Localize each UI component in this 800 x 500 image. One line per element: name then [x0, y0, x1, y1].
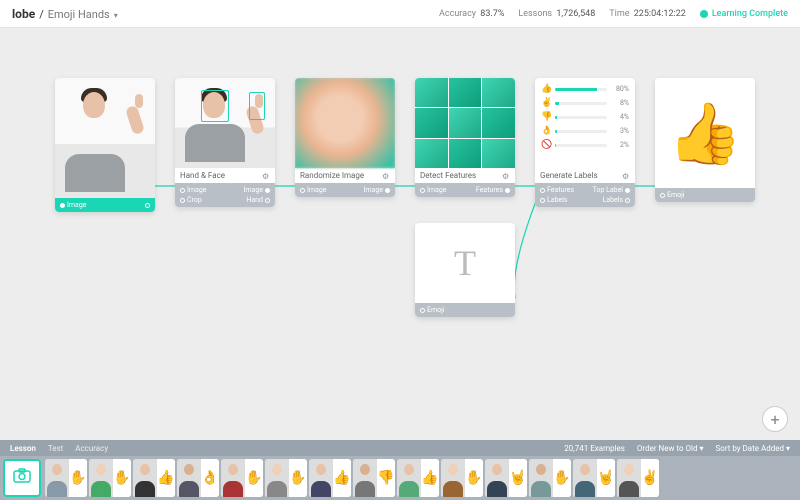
thumbnail-emoji: ✋ — [465, 459, 483, 497]
label-prediction-row: 👍 80% — [541, 84, 629, 94]
label-pct: 80% — [611, 85, 629, 93]
node-ports: Image — [55, 198, 155, 212]
chevron-down-icon: ▾ — [786, 444, 790, 453]
label-pct: 2% — [611, 141, 629, 149]
gear-icon[interactable]: ⚙ — [382, 172, 390, 180]
thumbnail-emoji: 👍 — [333, 459, 351, 497]
handface-preview — [175, 78, 275, 168]
thumbnail-emoji: ✋ — [289, 459, 307, 497]
status-dot-icon — [700, 10, 708, 18]
thumbnail-emoji: 👎 — [377, 459, 395, 497]
stat-time: Time 225:04:12:22 — [609, 9, 686, 19]
label-glyph: 👍 — [541, 84, 551, 94]
thumbnail-emoji: ✋ — [553, 459, 571, 497]
thumbnail-emoji: 👌 — [201, 459, 219, 497]
thumbnail-emoji: ✋ — [245, 459, 263, 497]
example-thumbnail[interactable]: 👍 — [397, 459, 439, 497]
example-thumbnail[interactable]: ✋ — [221, 459, 263, 497]
detect-preview — [415, 78, 515, 168]
label-pct: 8% — [611, 99, 629, 107]
randomize-preview — [295, 78, 395, 168]
plus-icon: + — [770, 410, 779, 429]
example-thumbnail[interactable]: ✋ — [265, 459, 307, 497]
example-thumbnail[interactable]: 👌 — [177, 459, 219, 497]
example-strip[interactable]: ✋ ✋ 👍 👌 ✋ ✋ 👍 👎 👍 ✋ 🤘 ✋ 🤘 ✌️ — [0, 456, 800, 500]
order-dropdown[interactable]: Order New to Old ▾ — [637, 444, 704, 453]
examples-count: 20,741 Examples — [564, 444, 625, 453]
node-detect-features[interactable]: Detect Features⚙ Image Features — [415, 78, 515, 197]
tab-test[interactable]: Test — [48, 444, 63, 453]
label-glyph: 👌 — [541, 126, 551, 136]
tab-accuracy[interactable]: Accuracy — [75, 444, 108, 453]
breadcrumb-divider: / — [39, 8, 44, 21]
example-thumbnail[interactable]: ✋ — [441, 459, 483, 497]
thumbnail-emoji: ✋ — [69, 459, 87, 497]
node-hand-and-face[interactable]: Hand & Face⚙ Image Image Crop Hand — [175, 78, 275, 207]
thumbnail-emoji: 👍 — [421, 459, 439, 497]
chevron-down-icon[interactable]: ▾ — [114, 11, 118, 20]
breadcrumb[interactable]: lobe / Emoji Hands ▾ — [12, 7, 118, 21]
example-thumbnail[interactable]: 👍 — [133, 459, 175, 497]
node-output-emoji[interactable]: 👍 Emoji — [655, 78, 755, 202]
example-thumbnail[interactable]: ✌️ — [617, 459, 659, 497]
example-thumbnail[interactable]: ✋ — [89, 459, 131, 497]
thumbnail-emoji: 🤘 — [509, 459, 527, 497]
node-randomize-image[interactable]: Randomize Image⚙ Image Image — [295, 78, 395, 197]
gear-icon[interactable]: ⚙ — [622, 172, 630, 180]
label-prediction-row: 👌 3% — [541, 126, 629, 136]
input-image-preview — [55, 78, 155, 198]
label-glyph: 👎 — [541, 112, 551, 122]
project-name: Emoji Hands — [48, 8, 110, 21]
example-thumbnail[interactable]: 👎 — [353, 459, 395, 497]
text-node-preview: T — [415, 223, 515, 303]
brand-name: lobe — [12, 7, 35, 21]
labels-preview: 👍 80% ✌️ 8% 👎 4% 👌 3% 🚫 2% — [535, 78, 635, 168]
node-text-emoji[interactable]: T Emoji — [415, 223, 515, 317]
camera-capture-button[interactable] — [3, 459, 41, 497]
label-prediction-row: ✌️ 8% — [541, 98, 629, 108]
node-input-image[interactable]: Image — [55, 78, 155, 212]
label-prediction-row: 🚫 2% — [541, 140, 629, 150]
stat-accuracy: Accuracy 83.7% — [439, 9, 504, 19]
sort-dropdown[interactable]: Sort by Date Added ▾ — [716, 444, 790, 453]
example-thumbnail[interactable]: ✋ — [45, 459, 87, 497]
thumbnail-emoji: ✋ — [113, 459, 131, 497]
gear-icon[interactable]: ⚙ — [502, 172, 510, 180]
stat-lessons: Lessons 1,726,548 — [518, 9, 595, 19]
footer: Lesson Test Accuracy 20,741 Examples Order… — [0, 440, 800, 500]
example-thumbnail[interactable]: 🤘 — [485, 459, 527, 497]
label-pct: 4% — [611, 113, 629, 121]
header-bar: lobe / Emoji Hands ▾ Accuracy 83.7% Less… — [0, 0, 800, 28]
tab-lesson[interactable]: Lesson — [10, 444, 36, 453]
training-status: Learning Complete — [700, 9, 788, 19]
graph-canvas[interactable]: Image Hand & Face⚙ Image Image Crop Hand… — [0, 28, 800, 440]
node-generate-labels[interactable]: 👍80%✌️8%👎4%👌3%🚫2% Generate Labels⚙ Featu… — [535, 78, 635, 207]
example-thumbnail[interactable]: ✋ — [529, 459, 571, 497]
label-pct: 3% — [611, 127, 629, 135]
thumbnail-emoji: ✌️ — [641, 459, 659, 497]
thumbnail-emoji: 👍 — [157, 459, 175, 497]
camera-icon — [13, 468, 31, 488]
chevron-down-icon: ▾ — [700, 444, 704, 453]
add-node-button[interactable]: + — [762, 406, 788, 432]
example-thumbnail[interactable]: 👍 — [309, 459, 351, 497]
header-stats: Accuracy 83.7% Lessons 1,726,548 Time 22… — [439, 9, 788, 19]
output-emoji-preview: 👍 — [655, 78, 755, 188]
example-thumbnail[interactable]: 🤘 — [573, 459, 615, 497]
thumbnail-emoji: 🤘 — [597, 459, 615, 497]
gear-icon[interactable]: ⚙ — [262, 172, 270, 180]
label-prediction-row: 👎 4% — [541, 112, 629, 122]
label-glyph: ✌️ — [541, 98, 551, 108]
footer-tabs: Lesson Test Accuracy — [10, 444, 108, 453]
label-glyph: 🚫 — [541, 140, 551, 150]
